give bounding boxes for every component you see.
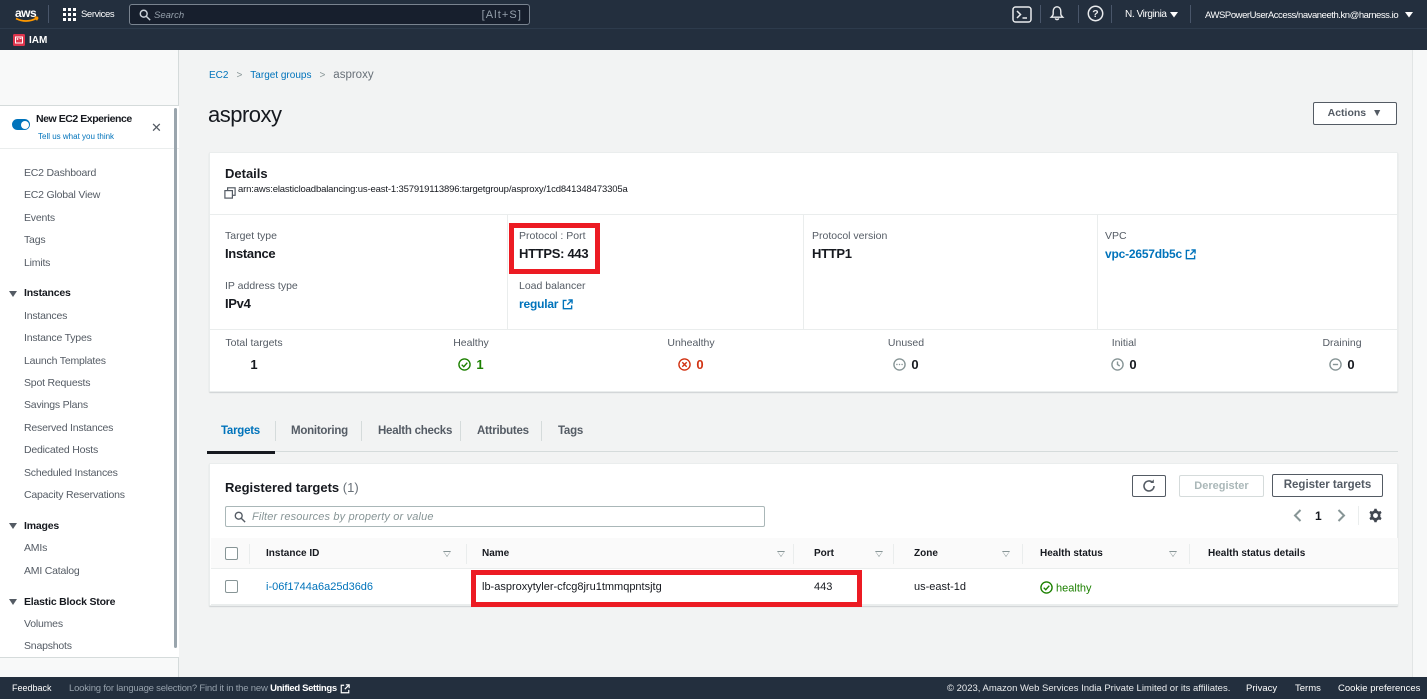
svg-text:?: ?: [1092, 8, 1098, 20]
svg-text:aws: aws: [15, 6, 37, 20]
